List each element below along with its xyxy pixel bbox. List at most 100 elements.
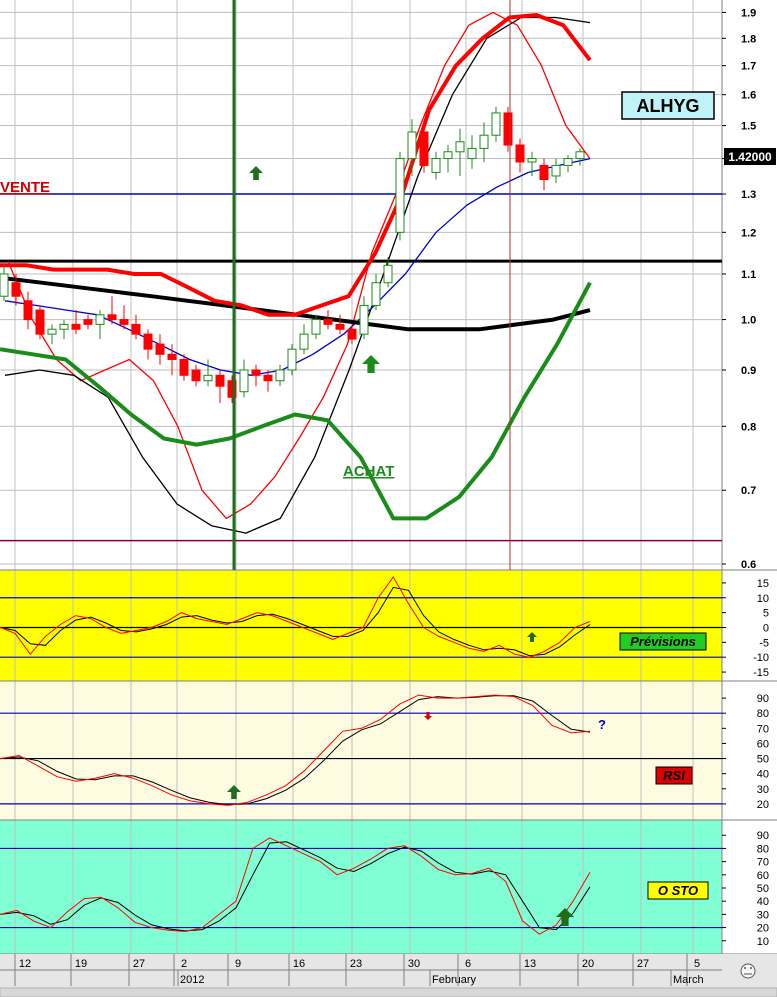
indicator-tick-label: 70 [757, 723, 769, 735]
x-day-label: 9 [235, 958, 241, 970]
indicator-tick-label: 80 [757, 843, 769, 855]
price-tick-label: 0.6 [741, 559, 756, 571]
candle-body [143, 333, 153, 350]
candle-body [35, 309, 45, 335]
price-tick-label: 0.9 [741, 365, 756, 377]
candle-body [491, 112, 501, 136]
candle-body [479, 134, 489, 149]
sell-label: VENTE [0, 179, 50, 196]
rsi-label: RSI [663, 768, 685, 783]
previsions-label: Prévisions [630, 634, 696, 649]
candle-body [311, 319, 321, 335]
candle-body [107, 314, 117, 321]
candle-body [527, 158, 537, 163]
horizontal-scrollbar[interactable] [0, 987, 777, 997]
price-tick-label: 1.2 [741, 227, 756, 239]
x-day-label: 30 [408, 958, 420, 970]
price-tick-label: 1.5 [741, 121, 756, 133]
indicator-tick-label: 10 [757, 593, 769, 605]
price-tick-label: 1.0 [741, 315, 756, 327]
indicator-tick-label: 15 [757, 578, 769, 590]
candle-body [83, 319, 93, 325]
indicator-tick-label: 50 [757, 883, 769, 895]
indicator-tick-label: 90 [757, 693, 769, 705]
candle-body [395, 158, 405, 233]
indicator-tick-label: 0 [763, 622, 769, 634]
last-price-value: 1.42000 [728, 150, 772, 164]
candle-body [503, 112, 513, 146]
candle-body [179, 358, 189, 376]
candle-body [191, 369, 201, 382]
candle-body [239, 369, 249, 393]
indicator-tick-label: 60 [757, 738, 769, 750]
indicator-tick-label: -15 [753, 667, 769, 679]
price-tick-label: 1.6 [741, 90, 756, 102]
candle-body [0, 273, 9, 297]
candle-body [419, 131, 429, 166]
x-day-label: 5 [694, 958, 700, 970]
x-month-label: March [673, 974, 704, 986]
candle-body [383, 264, 393, 284]
ticker-title: ALHYG [637, 96, 700, 116]
candle-body [347, 328, 357, 340]
candle-body [11, 282, 21, 297]
x-day-label: 20 [582, 958, 594, 970]
indicator-tick-label: 90 [757, 830, 769, 842]
indicator-tick-label: 80 [757, 708, 769, 720]
candle-body [203, 374, 213, 382]
candle-body [299, 333, 309, 350]
x-month-label: 2012 [180, 974, 204, 986]
candle-body [23, 300, 33, 321]
candle-body [467, 147, 477, 160]
indicator-tick-label: 70 [757, 857, 769, 869]
candle-body [155, 343, 165, 355]
indicator-tick-label: 50 [757, 754, 769, 766]
indicator-tick-label: 30 [757, 784, 769, 796]
price-tick-label: 0.7 [741, 485, 756, 497]
indicator-tick-label: -5 [759, 637, 769, 649]
candle-body [443, 151, 453, 160]
price-tick-label: 0.8 [741, 421, 756, 433]
x-day-label: 23 [350, 958, 362, 970]
smiley-eye-icon [744, 967, 746, 969]
candle-body [119, 319, 129, 325]
candle-body [551, 164, 561, 177]
candle-body [263, 374, 273, 382]
indicator-tick-label: -10 [753, 652, 769, 664]
x-day-label: 27 [133, 958, 145, 970]
price-tick-label: 1.3 [741, 189, 756, 201]
chart-window: 1.91.81.71.61.51.41.31.21.11.00.90.80.70… [0, 0, 777, 997]
previsions-panel-bg [0, 570, 722, 681]
chart-canvas: 1.91.81.71.61.51.41.31.21.11.00.90.80.70… [0, 0, 777, 997]
candle-body [431, 158, 441, 173]
candle-body [335, 323, 345, 330]
price-panel-bg [0, 0, 722, 570]
smiley-eye-icon [750, 967, 752, 969]
indicator-tick-label: 5 [763, 608, 769, 620]
smiley-icon [740, 963, 756, 979]
x-day-label: 12 [19, 958, 31, 970]
indicator-tick-label: 10 [757, 936, 769, 948]
rsi-panel-bg [0, 681, 722, 820]
price-tick-label: 1.7 [741, 61, 756, 73]
candle-body [371, 282, 381, 306]
indicator-tick-label: 20 [757, 923, 769, 935]
candle-body [359, 304, 369, 335]
candle-body [539, 164, 549, 181]
x-day-label: 13 [524, 958, 536, 970]
candle-body [323, 319, 333, 325]
x-day-label: 19 [75, 958, 87, 970]
question-icon: ? [598, 717, 606, 732]
buy-label: ACHAT [343, 463, 394, 480]
candle-body [563, 158, 573, 166]
candle-body [167, 353, 177, 360]
candle-body [275, 369, 285, 382]
x-month-label: February [432, 974, 477, 986]
indicator-tick-label: 30 [757, 909, 769, 921]
candle-body [47, 328, 57, 335]
candle-body [131, 323, 141, 335]
x-day-label: 6 [465, 958, 471, 970]
x-day-label: 16 [293, 958, 305, 970]
x-day-label: 2 [181, 958, 187, 970]
candle-body [71, 323, 81, 330]
